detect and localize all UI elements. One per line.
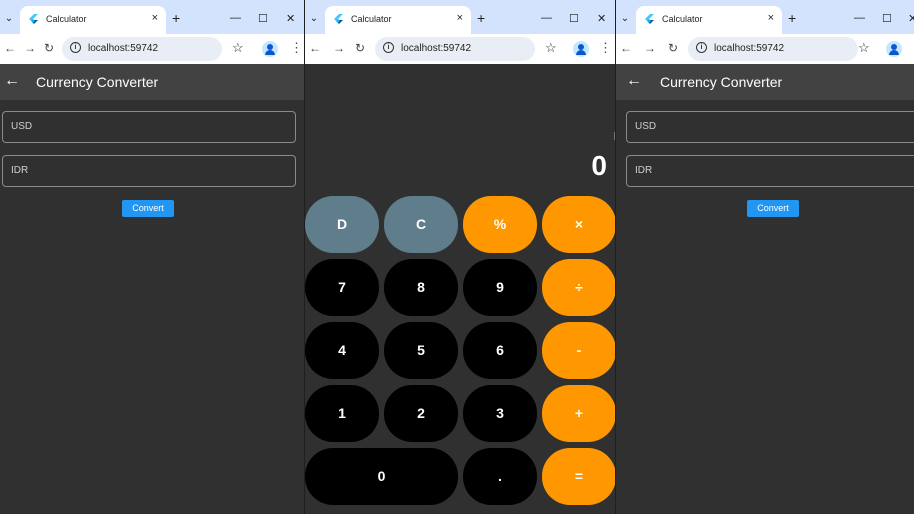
browser-window-left: ⌄ Calculator × + — ☐ ✕ ← → ↻ i localhost… [0, 0, 304, 514]
app-bar: ← Currency Converter [616, 64, 914, 100]
tab-strip: ⌄ Calculator × + — ☐ ✕ [305, 0, 615, 34]
menu-icon[interactable]: ⋮ [290, 40, 303, 56]
bookmark-star-icon[interactable]: ☆ [858, 40, 870, 56]
key-percent-button[interactable]: % [463, 196, 537, 253]
flutter-icon [29, 14, 38, 24]
idr-field-label: IDR [11, 165, 29, 176]
usd-field[interactable]: USD [626, 111, 914, 143]
address-bar[interactable]: i localhost:59742 [688, 37, 858, 61]
back-arrow-icon[interactable]: ← [309, 41, 321, 55]
profile-icon[interactable] [886, 41, 902, 57]
calculator-display: 0 [591, 150, 607, 181]
key-clear-button[interactable]: C [384, 196, 458, 253]
idr-field[interactable]: IDR [626, 155, 914, 187]
new-tab-icon[interactable]: + [172, 10, 180, 26]
key-8-button[interactable]: 8 [384, 259, 458, 316]
page-title: Currency Converter [36, 74, 159, 90]
key-4-button[interactable]: 4 [305, 322, 379, 379]
app-bar: ← Currency Converter [0, 64, 304, 100]
back-icon[interactable]: ← [626, 72, 642, 90]
browser-toolbar: ← → ↻ i localhost:59742 ☆ ⋮ [305, 34, 615, 64]
browser-window-middle: ⌄ Calculator × + — ☐ ✕ ← → ↻ i localhost… [305, 0, 615, 514]
url-text: localhost:59742 [401, 43, 472, 54]
info-icon[interactable]: i [70, 42, 81, 53]
page-title: Currency Converter [660, 74, 783, 90]
tab-title: Calculator [351, 14, 392, 24]
browser-window-right: ⌄ Calculator × + — ☐ ✕ ← → ↻ i localhost… [616, 0, 914, 514]
url-text: localhost:59742 [714, 43, 785, 54]
key-multiply-button[interactable]: × [542, 196, 615, 253]
tab-close-icon[interactable]: × [768, 12, 774, 24]
tab-close-icon[interactable]: × [457, 12, 463, 24]
key-delete-button[interactable]: D [305, 196, 379, 253]
forward-arrow-icon[interactable]: → [333, 41, 345, 55]
key-7-button[interactable]: 7 [305, 259, 379, 316]
browser-toolbar: ← → ↻ i localhost:59742 ☆ ⋮ [0, 34, 304, 64]
usd-field-label: USD [11, 121, 33, 132]
key-plus-button[interactable]: + [542, 385, 615, 442]
key-5-button[interactable]: 5 [384, 322, 458, 379]
convert-button[interactable]: Convert [747, 200, 799, 217]
url-text: localhost:59742 [88, 43, 159, 54]
address-bar[interactable]: i localhost:59742 [375, 37, 535, 61]
tab-close-icon[interactable]: × [152, 12, 158, 24]
back-arrow-icon[interactable]: ← [4, 41, 16, 55]
flutter-icon [334, 14, 343, 24]
key-9-button[interactable]: 9 [463, 259, 537, 316]
chevron-down-icon[interactable]: ⌄ [2, 12, 16, 26]
usd-field[interactable]: USD [2, 111, 296, 143]
info-icon[interactable]: i [696, 42, 707, 53]
back-arrow-icon[interactable]: ← [620, 41, 632, 55]
profile-icon[interactable] [573, 41, 589, 57]
browser-toolbar: ← → ↻ i localhost:59742 ☆ [616, 34, 914, 64]
key-2-button[interactable]: 2 [384, 385, 458, 442]
tab-calculator[interactable]: Calculator × [636, 6, 782, 34]
address-bar[interactable]: i localhost:59742 [62, 37, 222, 61]
key-divide-button[interactable]: ÷ [542, 259, 615, 316]
reload-icon[interactable]: ↻ [44, 41, 54, 55]
chevron-down-icon[interactable]: ⌄ [307, 12, 321, 26]
key-equals-button[interactable]: = [542, 448, 615, 505]
bookmark-star-icon[interactable]: ☆ [545, 40, 557, 56]
bookmark-star-icon[interactable]: ☆ [232, 40, 244, 56]
forward-arrow-icon[interactable]: → [24, 41, 36, 55]
new-tab-icon[interactable]: + [788, 10, 796, 26]
info-icon[interactable]: i [383, 42, 394, 53]
maximize-icon[interactable]: ☐ [882, 12, 892, 25]
display-caret [614, 132, 615, 140]
tab-calculator[interactable]: Calculator × [325, 6, 471, 34]
close-window-icon[interactable]: ✕ [286, 12, 295, 25]
key-minus-button[interactable]: - [542, 322, 615, 379]
maximize-icon[interactable]: ☐ [569, 12, 579, 25]
back-icon[interactable]: ← [4, 72, 20, 90]
minimize-icon[interactable]: — [230, 12, 241, 24]
minimize-icon[interactable]: — [541, 12, 552, 24]
tab-title: Calculator [662, 14, 703, 24]
minimize-icon[interactable]: — [854, 12, 865, 24]
forward-arrow-icon[interactable]: → [644, 41, 656, 55]
idr-field-label: IDR [635, 165, 653, 176]
key-1-button[interactable]: 1 [305, 385, 379, 442]
usd-field-label: USD [635, 121, 657, 132]
key-0-button[interactable]: 0 [305, 448, 458, 505]
close-window-icon[interactable]: ✕ [597, 12, 606, 25]
reload-icon[interactable]: ↻ [355, 41, 365, 55]
key-decimal-button[interactable]: . [463, 448, 537, 505]
maximize-icon[interactable]: ☐ [258, 12, 268, 25]
chevron-down-icon[interactable]: ⌄ [618, 12, 632, 26]
convert-button[interactable]: Convert [122, 200, 174, 217]
new-tab-icon[interactable]: + [477, 10, 485, 26]
tab-title: Calculator [46, 14, 87, 24]
key-6-button[interactable]: 6 [463, 322, 537, 379]
close-window-icon[interactable]: ✕ [908, 12, 914, 25]
reload-icon[interactable]: ↻ [668, 41, 678, 55]
idr-field[interactable]: IDR [2, 155, 296, 187]
flutter-icon [645, 14, 654, 24]
tab-strip: ⌄ Calculator × + — ☐ ✕ [616, 0, 914, 34]
menu-icon[interactable]: ⋮ [599, 40, 612, 56]
tab-strip: ⌄ Calculator × + — ☐ ✕ [0, 0, 304, 34]
key-3-button[interactable]: 3 [463, 385, 537, 442]
tab-calculator[interactable]: Calculator × [20, 6, 166, 34]
profile-icon[interactable] [262, 41, 278, 57]
